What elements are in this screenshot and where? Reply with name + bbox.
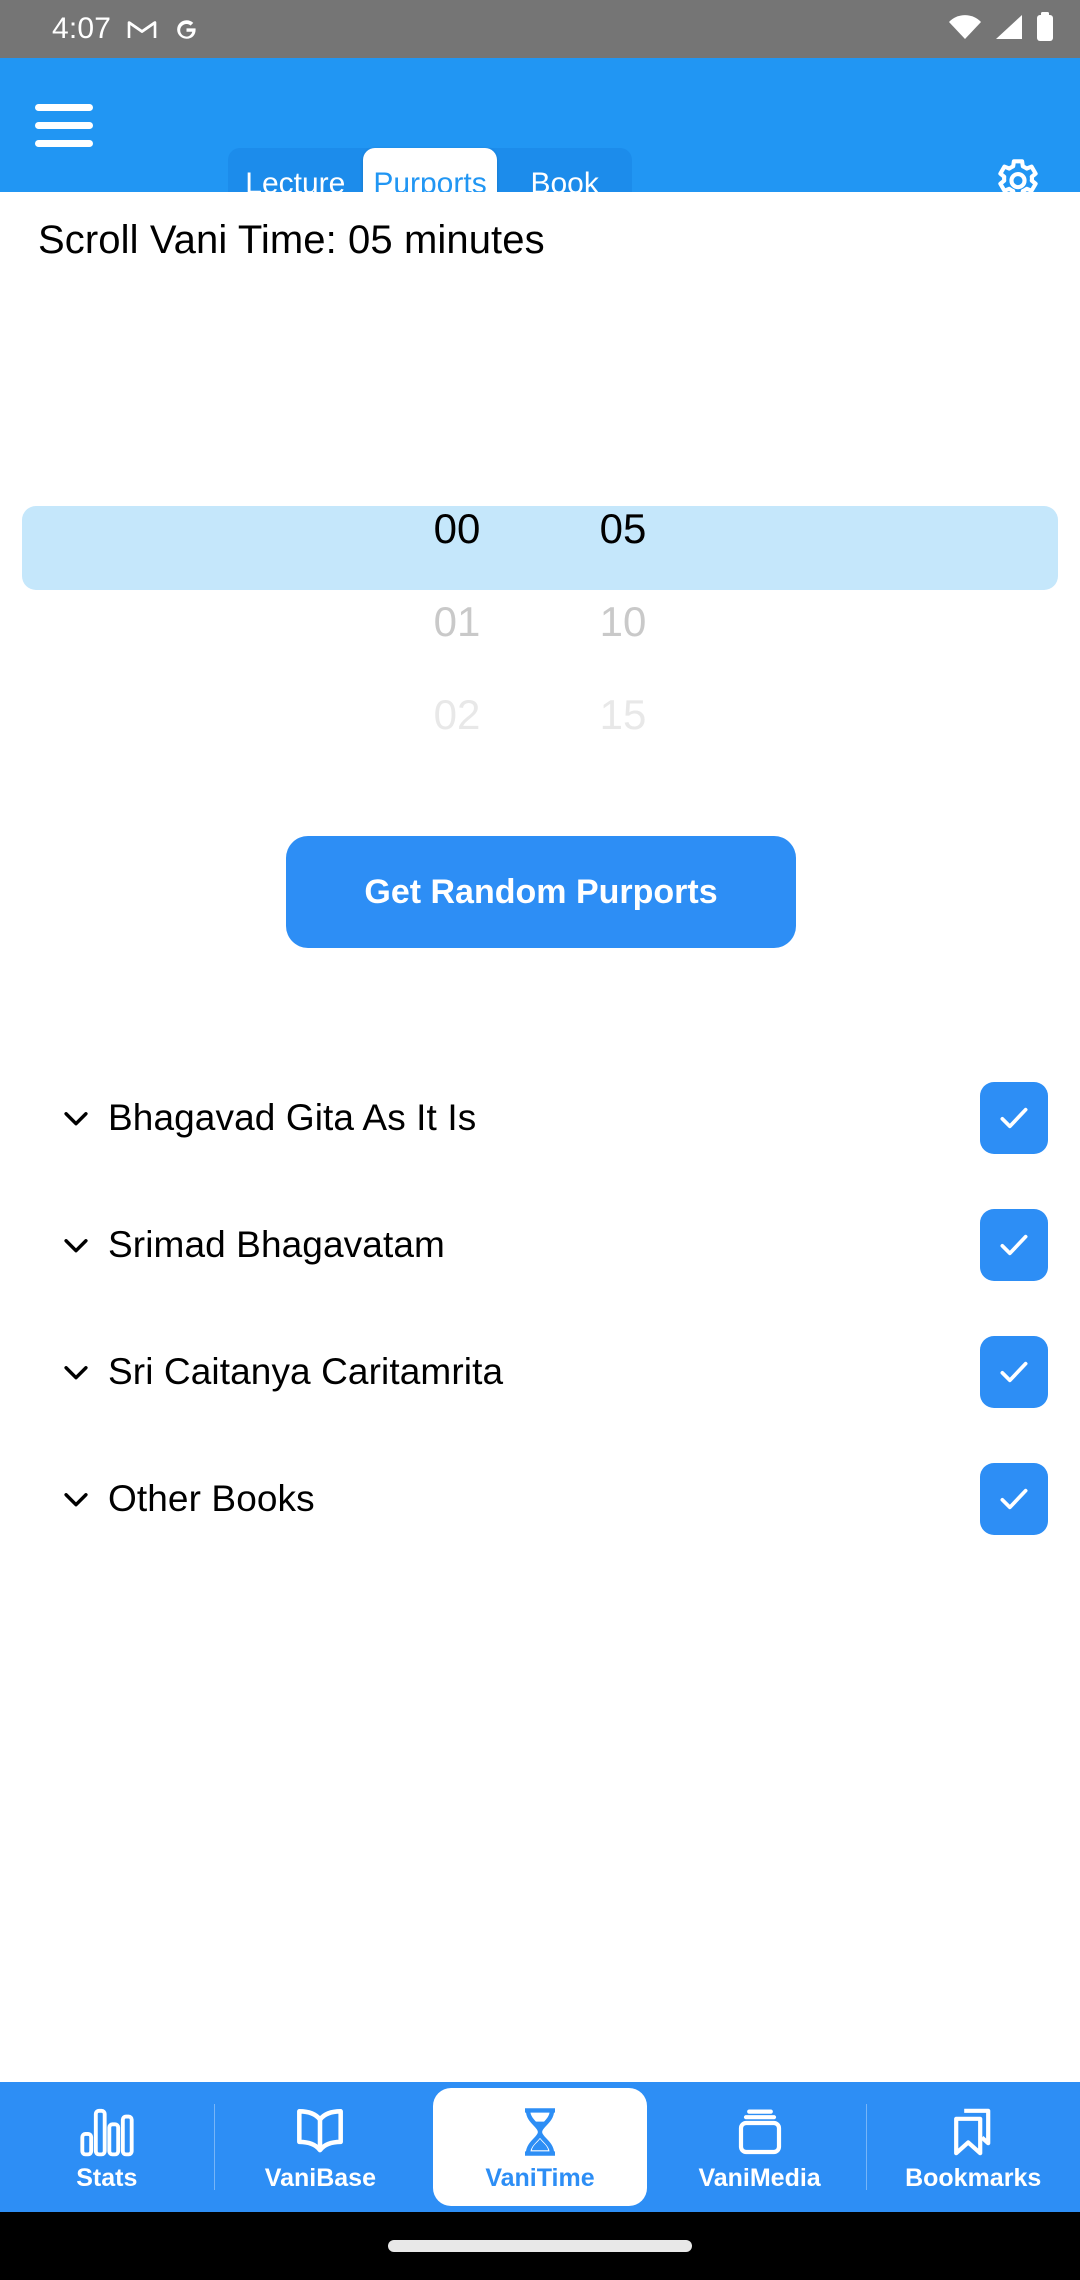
phone-screen: 4:07 Lecture Purports Book Scroll Vani T… (0, 0, 1080, 2280)
app-bar: Lecture Purports Book (0, 58, 1080, 220)
picker-columns: 00 01 02 05 10 15 (0, 482, 1080, 761)
hours-next-value[interactable]: 01 (402, 575, 512, 668)
nav-item-vanibase[interactable]: VaniBase (213, 2082, 428, 2212)
list-item[interactable]: Other Books (0, 1435, 1080, 1562)
book-checkbox[interactable] (980, 1336, 1048, 1408)
hourglass-icon (516, 2102, 564, 2158)
list-item[interactable]: Srimad Bhagavatam (0, 1181, 1080, 1308)
book-filter-list: Bhagavad Gita As It Is Srimad Bhagavatam (0, 1054, 1080, 1562)
minutes-wheel[interactable]: 05 10 15 (568, 482, 678, 761)
chevron-down-icon[interactable] (58, 1227, 94, 1263)
stacked-layers-icon (734, 2102, 786, 2158)
nav-label: Stats (76, 2163, 138, 2192)
get-random-purports-button[interactable]: Get Random Purports (286, 836, 796, 948)
bottom-navigation-bar: Stats VaniBase VaniTime VaniMedia Bookma… (0, 2082, 1080, 2212)
list-item[interactable]: Sri Caitanya Caritamrita (0, 1308, 1080, 1435)
main-content: Scroll Vani Time: 05 minutes 00 01 02 05… (0, 192, 1080, 2280)
status-bar-right (948, 11, 1054, 47)
book-label: Sri Caitanya Caritamrita (108, 1350, 504, 1392)
minutes-next2-value[interactable]: 15 (568, 668, 678, 761)
nav-item-stats[interactable]: Stats (0, 2082, 214, 2212)
book-label: Srimad Bhagavatam (108, 1223, 445, 1265)
nav-item-vanimedia[interactable]: VaniMedia (653, 2082, 867, 2212)
minutes-selected-value[interactable]: 05 (568, 482, 678, 575)
page-title: Scroll Vani Time: 05 minutes (38, 218, 545, 262)
bar-chart-icon (80, 2102, 134, 2158)
status-bar: 4:07 (0, 0, 1080, 58)
book-label: Other Books (108, 1477, 315, 1519)
chevron-down-icon[interactable] (58, 1354, 94, 1390)
nav-label: VaniBase (264, 2163, 376, 2192)
wifi-icon (948, 14, 982, 45)
nav-item-vanitime[interactable]: VaniTime (433, 2088, 647, 2206)
nav-label: VaniTime (485, 2163, 595, 2192)
status-bar-left: 4:07 (52, 12, 200, 46)
battery-icon (1036, 11, 1054, 47)
hours-next2-value[interactable]: 02 (402, 668, 512, 761)
book-checkbox[interactable] (980, 1209, 1048, 1281)
hours-selected-value[interactable]: 00 (402, 482, 512, 575)
duration-picker[interactable]: 00 01 02 05 10 15 (0, 482, 1080, 762)
bookmarks-icon (947, 2102, 999, 2158)
google-icon (173, 16, 200, 43)
hamburger-menu-icon[interactable] (0, 58, 120, 192)
book-checkbox[interactable] (980, 1463, 1048, 1535)
book-checkbox[interactable] (980, 1082, 1048, 1154)
status-time: 4:07 (52, 12, 112, 45)
nav-item-bookmarks[interactable]: Bookmarks (866, 2082, 1080, 2212)
hours-wheel[interactable]: 00 01 02 (402, 482, 512, 761)
cellular-signal-icon (994, 14, 1024, 45)
system-gesture-area (0, 2212, 1080, 2280)
list-item[interactable]: Bhagavad Gita As It Is (0, 1054, 1080, 1181)
nav-label: VaniMedia (698, 2163, 821, 2192)
open-book-icon (292, 2102, 348, 2158)
minutes-next-value[interactable]: 10 (568, 575, 678, 668)
gmail-icon (127, 17, 157, 41)
nav-label: Bookmarks (905, 2163, 1042, 2192)
chevron-down-icon[interactable] (58, 1481, 94, 1517)
chevron-down-icon[interactable] (58, 1100, 94, 1136)
home-gesture-pill[interactable] (388, 2240, 692, 2252)
book-label: Bhagavad Gita As It Is (108, 1096, 477, 1138)
